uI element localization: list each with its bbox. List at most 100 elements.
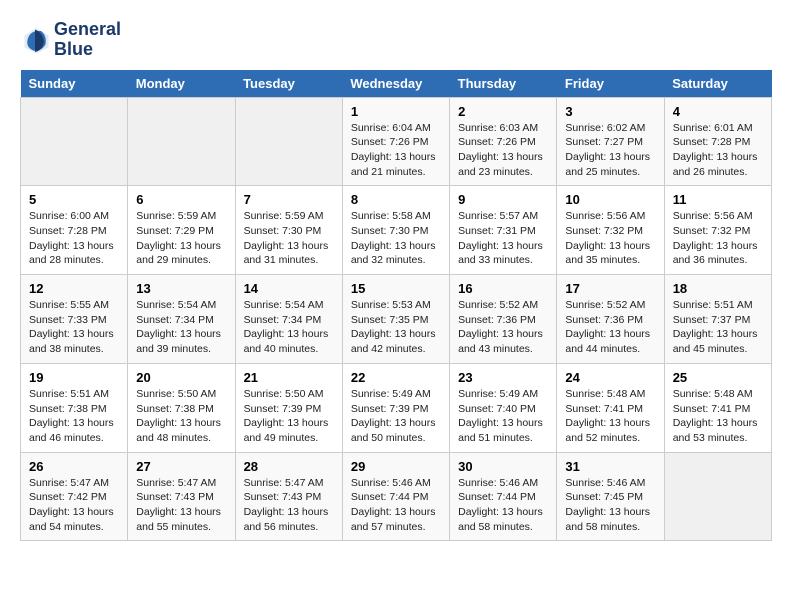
day-info: Sunrise: 5:56 AMSunset: 7:32 PMDaylight:…: [565, 209, 655, 268]
day-info: Sunrise: 5:49 AMSunset: 7:39 PMDaylight:…: [351, 387, 441, 446]
day-info: Sunrise: 5:58 AMSunset: 7:30 PMDaylight:…: [351, 209, 441, 268]
calendar-cell: 20 Sunrise: 5:50 AMSunset: 7:38 PMDayligh…: [128, 363, 235, 452]
day-info: Sunrise: 5:48 AMSunset: 7:41 PMDaylight:…: [565, 387, 655, 446]
calendar-cell: [21, 97, 128, 186]
day-number: 4: [673, 104, 763, 119]
calendar-cell: 21 Sunrise: 5:50 AMSunset: 7:39 PMDayligh…: [235, 363, 342, 452]
logo: General Blue: [20, 20, 121, 60]
calendar-cell: [664, 452, 771, 541]
calendar-cell: 13 Sunrise: 5:54 AMSunset: 7:34 PMDayligh…: [128, 275, 235, 364]
calendar-cell: 4 Sunrise: 6:01 AMSunset: 7:28 PMDaylight…: [664, 97, 771, 186]
calendar-cell: 11 Sunrise: 5:56 AMSunset: 7:32 PMDayligh…: [664, 186, 771, 275]
day-number: 9: [458, 192, 548, 207]
day-info: Sunrise: 5:47 AMSunset: 7:43 PMDaylight:…: [244, 476, 334, 535]
calendar-cell: [128, 97, 235, 186]
day-number: 3: [565, 104, 655, 119]
day-number: 6: [136, 192, 226, 207]
calendar-cell: 31Sunrise: 5:46 AMSunset: 7:45 PMDayligh…: [557, 452, 664, 541]
calendar-cell: 22 Sunrise: 5:49 AMSunset: 7:39 PMDayligh…: [342, 363, 449, 452]
day-info: Sunrise: 5:49 AMSunset: 7:40 PMDaylight:…: [458, 387, 548, 446]
day-info: Sunrise: 5:46 AMSunset: 7:44 PMDaylight:…: [458, 476, 548, 535]
day-number: 29: [351, 459, 441, 474]
day-info: Sunrise: 6:01 AMSunset: 7:28 PMDaylight:…: [673, 121, 763, 180]
day-info: Sunrise: 6:04 AMSunset: 7:26 PMDaylight:…: [351, 121, 441, 180]
day-info: Sunrise: 5:47 AMSunset: 7:43 PMDaylight:…: [136, 476, 226, 535]
day-info: Sunrise: 5:59 AMSunset: 7:30 PMDaylight:…: [244, 209, 334, 268]
calendar-cell: 19Sunrise: 5:51 AMSunset: 7:38 PMDayligh…: [21, 363, 128, 452]
weekday-header-saturday: Saturday: [664, 70, 771, 98]
weekday-header-wednesday: Wednesday: [342, 70, 449, 98]
day-info: Sunrise: 6:03 AMSunset: 7:26 PMDaylight:…: [458, 121, 548, 180]
calendar-cell: 8Sunrise: 5:58 AMSunset: 7:30 PMDaylight…: [342, 186, 449, 275]
logo-text: General Blue: [54, 20, 121, 60]
calendar-week-2: 5 Sunrise: 6:00 AMSunset: 7:28 PMDaylight…: [21, 186, 772, 275]
day-info: Sunrise: 5:56 AMSunset: 7:32 PMDaylight:…: [673, 209, 763, 268]
day-info: Sunrise: 5:57 AMSunset: 7:31 PMDaylight:…: [458, 209, 548, 268]
calendar-week-3: 12 Sunrise: 5:55 AMSunset: 7:33 PMDayligh…: [21, 275, 772, 364]
day-number: 12: [29, 281, 119, 296]
day-info: Sunrise: 5:52 AMSunset: 7:36 PMDaylight:…: [458, 298, 548, 357]
calendar-cell: 14 Sunrise: 5:54 AMSunset: 7:34 PMDayligh…: [235, 275, 342, 364]
day-number: 11: [673, 192, 763, 207]
day-info: Sunrise: 5:52 AMSunset: 7:36 PMDaylight:…: [565, 298, 655, 357]
day-number: 13: [136, 281, 226, 296]
day-number: 7: [244, 192, 334, 207]
page-header: General Blue: [20, 20, 772, 60]
calendar-cell: 26 Sunrise: 5:47 AMSunset: 7:42 PMDayligh…: [21, 452, 128, 541]
day-info: Sunrise: 6:00 AMSunset: 7:28 PMDaylight:…: [29, 209, 119, 268]
day-number: 26: [29, 459, 119, 474]
day-info: Sunrise: 5:47 AMSunset: 7:42 PMDaylight:…: [29, 476, 119, 535]
calendar-header: SundayMondayTuesdayWednesdayThursdayFrid…: [21, 70, 772, 98]
weekday-header-friday: Friday: [557, 70, 664, 98]
day-info: Sunrise: 5:51 AMSunset: 7:38 PMDaylight:…: [29, 387, 119, 446]
day-info: Sunrise: 5:50 AMSunset: 7:38 PMDaylight:…: [136, 387, 226, 446]
day-info: Sunrise: 5:50 AMSunset: 7:39 PMDaylight:…: [244, 387, 334, 446]
calendar-cell: 6 Sunrise: 5:59 AMSunset: 7:29 PMDaylight…: [128, 186, 235, 275]
calendar-week-5: 26 Sunrise: 5:47 AMSunset: 7:42 PMDayligh…: [21, 452, 772, 541]
day-info: Sunrise: 5:59 AMSunset: 7:29 PMDaylight:…: [136, 209, 226, 268]
calendar-cell: 29 Sunrise: 5:46 AMSunset: 7:44 PMDayligh…: [342, 452, 449, 541]
day-info: Sunrise: 5:54 AMSunset: 7:34 PMDaylight:…: [136, 298, 226, 357]
day-info: Sunrise: 5:55 AMSunset: 7:33 PMDaylight:…: [29, 298, 119, 357]
day-number: 10: [565, 192, 655, 207]
day-number: 18: [673, 281, 763, 296]
calendar-cell: 10 Sunrise: 5:56 AMSunset: 7:32 PMDayligh…: [557, 186, 664, 275]
day-number: 24: [565, 370, 655, 385]
day-info: Sunrise: 6:02 AMSunset: 7:27 PMDaylight:…: [565, 121, 655, 180]
calendar-cell: 17 Sunrise: 5:52 AMSunset: 7:36 PMDayligh…: [557, 275, 664, 364]
day-number: 17: [565, 281, 655, 296]
calendar-cell: 3 Sunrise: 6:02 AMSunset: 7:27 PMDaylight…: [557, 97, 664, 186]
day-number: 22: [351, 370, 441, 385]
day-number: 21: [244, 370, 334, 385]
day-info: Sunrise: 5:46 AMSunset: 7:44 PMDaylight:…: [351, 476, 441, 535]
calendar-cell: 30 Sunrise: 5:46 AMSunset: 7:44 PMDayligh…: [450, 452, 557, 541]
day-number: 5: [29, 192, 119, 207]
day-number: 15: [351, 281, 441, 296]
calendar-cell: 1Sunrise: 6:04 AMSunset: 7:26 PMDaylight…: [342, 97, 449, 186]
calendar-week-4: 19Sunrise: 5:51 AMSunset: 7:38 PMDayligh…: [21, 363, 772, 452]
calendar-cell: 24 Sunrise: 5:48 AMSunset: 7:41 PMDayligh…: [557, 363, 664, 452]
day-number: 30: [458, 459, 548, 474]
weekday-header-monday: Monday: [128, 70, 235, 98]
weekday-header-tuesday: Tuesday: [235, 70, 342, 98]
day-info: Sunrise: 5:48 AMSunset: 7:41 PMDaylight:…: [673, 387, 763, 446]
calendar-cell: 18Sunrise: 5:51 AMSunset: 7:37 PMDayligh…: [664, 275, 771, 364]
day-number: 16: [458, 281, 548, 296]
calendar-cell: [235, 97, 342, 186]
calendar-cell: 27Sunrise: 5:47 AMSunset: 7:43 PMDayligh…: [128, 452, 235, 541]
calendar-cell: 9 Sunrise: 5:57 AMSunset: 7:31 PMDaylight…: [450, 186, 557, 275]
day-number: 14: [244, 281, 334, 296]
day-number: 25: [673, 370, 763, 385]
calendar-cell: 16 Sunrise: 5:52 AMSunset: 7:36 PMDayligh…: [450, 275, 557, 364]
day-info: Sunrise: 5:54 AMSunset: 7:34 PMDaylight:…: [244, 298, 334, 357]
day-number: 20: [136, 370, 226, 385]
day-number: 2: [458, 104, 548, 119]
weekday-header-thursday: Thursday: [450, 70, 557, 98]
day-number: 23: [458, 370, 548, 385]
calendar-week-1: 1Sunrise: 6:04 AMSunset: 7:26 PMDaylight…: [21, 97, 772, 186]
logo-icon: [20, 25, 50, 55]
calendar-cell: 12 Sunrise: 5:55 AMSunset: 7:33 PMDayligh…: [21, 275, 128, 364]
day-info: Sunrise: 5:46 AMSunset: 7:45 PMDaylight:…: [565, 476, 655, 535]
calendar-table: SundayMondayTuesdayWednesdayThursdayFrid…: [20, 70, 772, 542]
calendar-cell: 28Sunrise: 5:47 AMSunset: 7:43 PMDayligh…: [235, 452, 342, 541]
